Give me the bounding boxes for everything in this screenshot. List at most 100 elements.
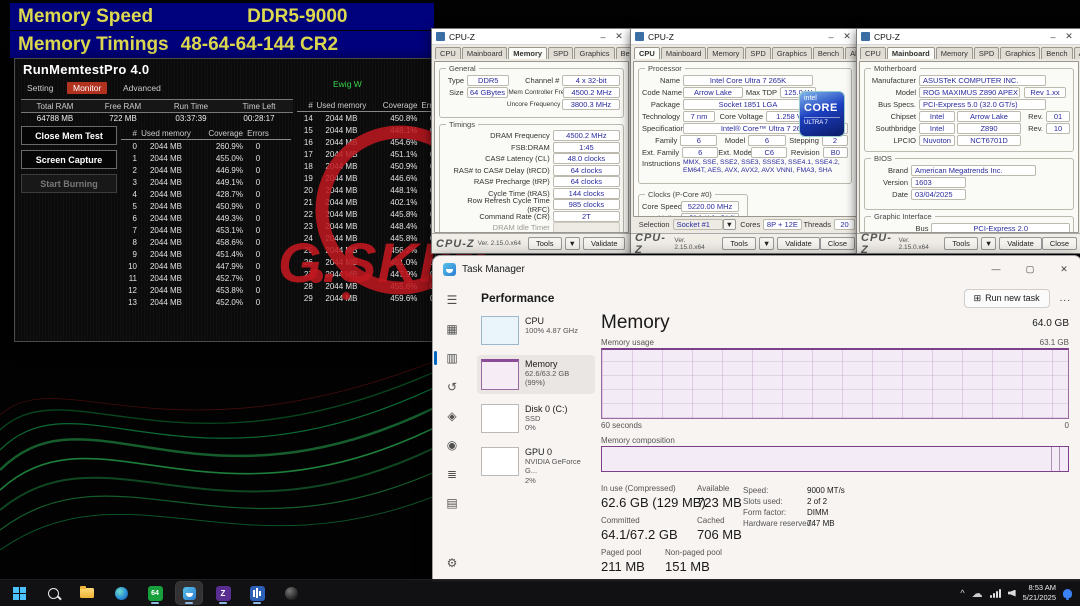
table-row: 6 2044 MB 449.3% 0 <box>121 212 291 224</box>
screen-capture-button[interactable]: Screen Capture <box>21 150 117 169</box>
tab-spd[interactable]: SPD <box>745 47 770 59</box>
validate-button[interactable]: Validate <box>777 237 820 250</box>
tools-button[interactable]: Tools <box>528 237 562 250</box>
select-dropdown-icon[interactable]: ▼ <box>723 219 736 230</box>
memtest64-button[interactable]: 64 <box>142 582 168 604</box>
menu-icon[interactable]: ☰ <box>440 290 464 310</box>
col-used-memory: Used memory <box>313 101 370 110</box>
titlebar[interactable]: CPU-Z – ✕ <box>432 29 631 45</box>
titlebar[interactable]: CPU-Z – ✕ <box>631 29 859 45</box>
close-button[interactable]: Close <box>1042 237 1077 250</box>
memory-panel: Memory 64.0 GB Memory usage 63.1 GB 60 s… <box>601 312 1069 581</box>
banner-memory-speed: Memory Speed DDR5-9000 <box>10 3 434 30</box>
minimize-icon[interactable]: – <box>823 32 839 42</box>
services-icon[interactable]: ▤ <box>440 493 464 513</box>
nav-rail: ☰ ▦ ▥ ↺ ◈ ◉ ≣ ▤ ⚙ <box>433 282 471 581</box>
cached-value: 706 MB <box>697 527 742 542</box>
tab-cpu[interactable]: CPU <box>435 47 461 59</box>
close-icon[interactable]: ✕ <box>1047 264 1080 275</box>
socket-select[interactable]: Socket #1 <box>673 219 723 230</box>
timing-label: DRAM Idle Timer <box>443 223 553 232</box>
slots-used-label: Slots used: <box>743 497 783 506</box>
tools-button[interactable]: Tools <box>722 237 756 250</box>
cell-used-memory: 2044 MB <box>313 210 370 219</box>
close-button[interactable]: Close <box>820 237 855 250</box>
tab-memory[interactable]: Memory <box>936 47 973 59</box>
close-icon[interactable]: ✕ <box>611 31 627 42</box>
minimize-icon[interactable]: – <box>1045 32 1061 42</box>
cell-used-memory: 2044 MB <box>313 222 370 231</box>
tools-dropdown-icon[interactable]: ▼ <box>759 237 774 250</box>
timing-value: 64 clocks <box>553 176 620 187</box>
minimize-icon[interactable]: – <box>595 32 611 42</box>
axis-60-seconds: 60 seconds <box>601 421 642 430</box>
tab-bench[interactable]: Bench <box>813 47 844 59</box>
cell-thread: 20 <box>297 186 313 195</box>
tab-graphics[interactable]: Graphics <box>1000 47 1040 59</box>
titlebar[interactable]: Task Manager — ▢ ✕ <box>433 256 1080 282</box>
gpu-app-button[interactable] <box>278 582 304 604</box>
timing-row: RAS# Precharge (tRP) 64 clocks <box>443 176 620 188</box>
tab-memory[interactable]: Memory <box>707 47 744 59</box>
sidebar-item-disk[interactable]: Disk 0 (C:) SSD 0% <box>477 400 595 437</box>
bios-group: BIOS Brand American Megatrends Inc. Vers… <box>864 158 1074 210</box>
tab-spd[interactable]: SPD <box>974 47 999 59</box>
cpuz-app-icon <box>436 32 445 41</box>
timings-rows: DRAM Frequency 4500.2 MHz FSB:DRAM 1:45 … <box>443 130 620 233</box>
task-manager-button[interactable] <box>176 582 202 604</box>
tools-dropdown-icon[interactable]: ▼ <box>565 237 580 250</box>
network-icon[interactable] <box>990 589 1001 598</box>
tab-setting[interactable]: Setting <box>21 82 59 94</box>
titlebar[interactable]: CPU-Z – ✕ <box>857 29 1080 45</box>
close-icon[interactable]: ✕ <box>839 31 855 42</box>
tab-mainboard[interactable]: Mainboard <box>887 47 935 59</box>
tab-advanced[interactable]: Advanced <box>117 82 167 94</box>
tab-cpu[interactable]: CPU <box>634 47 660 59</box>
run-new-task-button[interactable]: ⊞ Run new task <box>964 289 1050 308</box>
cpu-z-button[interactable]: Z <box>210 582 236 604</box>
sidebar-item-cpu[interactable]: CPU 100% 4.87 GHz <box>477 312 595 349</box>
cell-thread: 11 <box>121 274 137 283</box>
processes-icon[interactable]: ▦ <box>440 319 464 339</box>
close-mem-test-button[interactable]: Close Mem Test <box>21 126 117 145</box>
tab-mainboard[interactable]: Mainboard <box>462 47 507 59</box>
tab-memory[interactable]: Memory <box>508 47 547 59</box>
speaker-icon[interactable] <box>1008 590 1016 597</box>
edge-button[interactable] <box>108 582 134 604</box>
tab-graphics[interactable]: Graphics <box>772 47 812 59</box>
tab-monitor[interactable]: Monitor <box>67 82 107 94</box>
performance-icon[interactable]: ▥ <box>440 348 464 368</box>
search-button[interactable] <box>40 582 66 604</box>
memory-composition-bar[interactable] <box>601 446 1069 472</box>
startup-apps-icon[interactable]: ◈ <box>440 406 464 426</box>
sidebar-item-memory[interactable]: Memory 62.6/63.2 GB (99%) <box>477 355 595 394</box>
start-button[interactable] <box>6 582 32 604</box>
clock[interactable]: 8:53 AM 5/21/2025 <box>1023 583 1056 603</box>
table-row: 21 2044 MB 402.1% 0 <box>297 196 436 208</box>
details-icon[interactable]: ≣ <box>440 464 464 484</box>
sidebar-item-gpu[interactable]: GPU 0 NVIDIA GeForce G... 2% <box>477 443 595 489</box>
notification-bell-icon[interactable] <box>1063 589 1072 598</box>
validate-button[interactable]: Validate <box>583 237 626 250</box>
file-explorer-button[interactable] <box>74 582 100 604</box>
close-icon[interactable]: ✕ <box>1061 31 1077 42</box>
tools-button[interactable]: Tools <box>944 237 978 250</box>
hwinfo-button[interactable] <box>244 582 270 604</box>
tab-mainboard[interactable]: Mainboard <box>661 47 706 59</box>
tab-spd[interactable]: SPD <box>548 47 573 59</box>
tab-cpu[interactable]: CPU <box>860 47 886 59</box>
tab-bench[interactable]: Bench <box>1041 47 1072 59</box>
tab-about[interactable]: About <box>1074 47 1080 59</box>
settings-gear-icon[interactable]: ⚙ <box>440 553 464 573</box>
system-tray: ^ ☁ 8:53 AM 5/21/2025 <box>960 583 1080 603</box>
tray-chevron-icon[interactable]: ^ <box>960 588 964 598</box>
maximize-icon[interactable]: ▢ <box>1013 264 1047 275</box>
more-menu-icon[interactable]: ... <box>1060 293 1071 304</box>
validate-button[interactable]: Validate <box>999 237 1042 250</box>
tools-dropdown-icon[interactable]: ▼ <box>981 237 996 250</box>
app-history-icon[interactable]: ↺ <box>440 377 464 397</box>
onedrive-cloud-icon[interactable]: ☁ <box>972 587 983 600</box>
tab-graphics[interactable]: Graphics <box>574 47 614 59</box>
minimize-icon[interactable]: — <box>979 264 1013 274</box>
users-icon[interactable]: ◉ <box>440 435 464 455</box>
